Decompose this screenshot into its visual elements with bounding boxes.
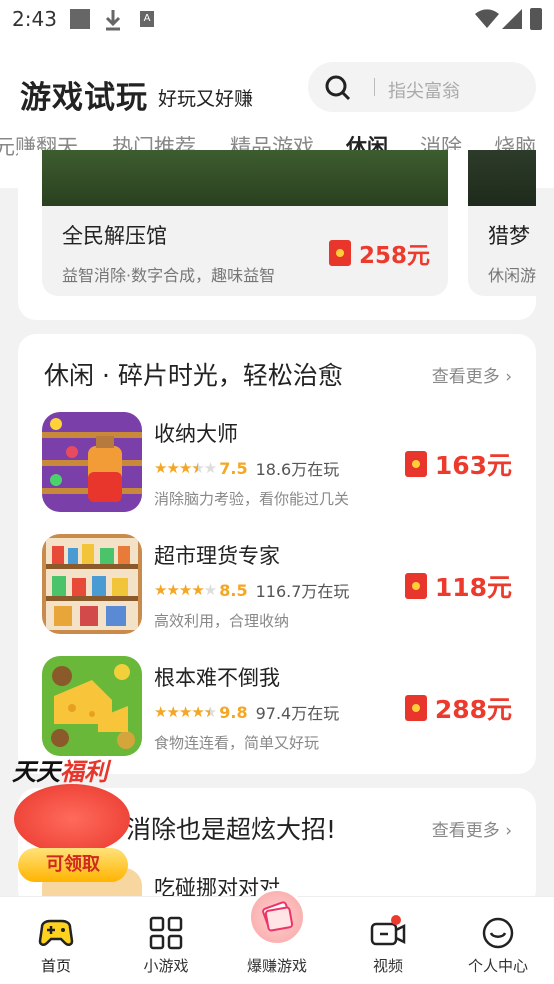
rating-score: 7.5 — [219, 458, 248, 478]
nav-profile[interactable]: 个人中心 — [448, 897, 548, 984]
nav-label: 首页 — [40, 957, 71, 975]
search-divider — [374, 78, 375, 96]
player-count: 97.4万在玩 — [255, 704, 340, 723]
game-price: 118元 — [434, 573, 512, 602]
red-packet-icon — [404, 573, 427, 599]
game-reward: 118元 — [404, 568, 512, 604]
game-rating: ★★★★★ 8.5 116.7万在玩 — [154, 578, 349, 602]
page-title: 游戏试玩 — [20, 80, 148, 116]
download-icon — [105, 10, 121, 31]
nav-label: 视频 — [372, 957, 403, 975]
featured-image — [42, 150, 448, 206]
game-item[interactable]: 收纳大师 ★★★★★★ 7.5 18.6万在玩 消除脑力考验，看你能过几关 16… — [42, 412, 512, 512]
game-icon-supermarket — [42, 534, 142, 634]
featured-reward: 258元 — [328, 236, 430, 270]
nav-mini-games[interactable]: 小游戏 — [116, 897, 216, 984]
featured-card[interactable]: 全民解压馆 益智消除·数字合成，趣味益智 258元 — [42, 150, 448, 296]
search-bar[interactable]: 指尖富翁 — [308, 62, 536, 112]
red-packet-icon — [404, 451, 427, 477]
page-subtitle: 好玩又好赚 — [158, 88, 254, 110]
nav-label: 个人中心 — [467, 957, 528, 975]
search-placeholder: 指尖富翁 — [388, 81, 460, 102]
gamepad-icon — [38, 919, 74, 946]
rating-score: 9.8 — [219, 702, 248, 722]
view-more-link[interactable]: 查看更多 › — [432, 816, 512, 841]
featured-carousel: 全民解压馆 益智消除·数字合成，趣味益智 258元 猎梦 休闲游 — [18, 150, 536, 320]
game-icon-cheese — [42, 656, 142, 756]
game-desc: 高效利用，合理收纳 — [154, 612, 290, 630]
featured-desc: 休闲游 — [488, 266, 536, 285]
featured-price: 258元 — [358, 243, 430, 269]
game-price: 163元 — [434, 451, 512, 480]
featured-desc: 益智消除·数字合成，趣味益智 — [62, 266, 276, 285]
player-count: 116.7万在玩 — [255, 582, 350, 601]
game-name: 根本难不倒我 — [154, 666, 280, 690]
player-count: 18.6万在玩 — [255, 460, 340, 479]
game-item[interactable]: 根本难不倒我 ★★★★★★ 9.8 97.4万在玩 食物连连看，简单又好玩 28… — [42, 656, 512, 756]
rating-stars: ★★★★★★ — [154, 459, 217, 477]
status-bar: 2:43 A — [0, 0, 554, 38]
casual-section: 休闲 · 碎片时光，轻松治愈 查看更多 › 收纳大师 ★★★★★★ 7.5 18… — [18, 334, 536, 774]
nav-label: 爆赚游戏 — [246, 957, 307, 975]
game-name: 超市理货专家 — [154, 544, 280, 568]
red-packet-icon — [328, 240, 351, 266]
red-envelope-mascot — [14, 784, 130, 854]
money-icon[interactable] — [248, 888, 306, 946]
rating-stars: ★★★★★★ — [154, 703, 217, 721]
daily-welfare-float[interactable]: 天天福利 可领取 — [8, 752, 136, 886]
claim-button[interactable]: 可领取 — [18, 848, 128, 882]
featured-name: 猎梦 — [488, 224, 530, 248]
smile-icon — [482, 917, 514, 949]
game-icon-storage-master — [42, 412, 142, 512]
game-desc: 消除脑力考验，看你能过几关 — [154, 490, 350, 508]
a-badge-icon: A — [140, 11, 154, 27]
game-desc: 食物连连看，简单又好玩 — [154, 734, 320, 752]
game-price: 288元 — [434, 695, 512, 724]
game-rating: ★★★★★★ 9.8 97.4万在玩 — [154, 700, 339, 724]
section-title: 消除也是超炫大招! — [126, 815, 337, 844]
rating-stars: ★★★★★ — [154, 581, 217, 599]
rating-score: 8.5 — [219, 580, 248, 600]
game-reward: 163元 — [404, 446, 512, 482]
square-icon — [70, 9, 90, 29]
nav-label: 小游戏 — [143, 957, 189, 975]
featured-image — [468, 150, 536, 206]
game-reward: 288元 — [404, 690, 512, 726]
view-more-link[interactable]: 查看更多 › — [432, 362, 512, 387]
search-icon — [325, 75, 351, 101]
grid-icon — [149, 916, 183, 950]
nav-video[interactable]: 视频 — [338, 897, 438, 984]
section-title: 休闲 · 碎片时光，轻松治愈 — [44, 361, 343, 390]
battery-icon — [530, 8, 542, 30]
game-rating: ★★★★★★ 7.5 18.6万在玩 — [154, 456, 339, 480]
status-time: 2:43 — [12, 7, 57, 31]
game-item[interactable]: 超市理货专家 ★★★★★ 8.5 116.7万在玩 高效利用，合理收纳 118元 — [42, 534, 512, 634]
wifi-icon — [475, 9, 499, 28]
welfare-title: 天天福利 — [12, 758, 108, 786]
red-packet-icon — [404, 695, 427, 721]
featured-card[interactable]: 猎梦 休闲游 — [468, 150, 536, 296]
game-name: 收纳大师 — [154, 422, 238, 446]
featured-name: 全民解压馆 — [62, 224, 167, 248]
video-icon — [370, 915, 406, 946]
signal-icon — [502, 9, 522, 29]
nav-home[interactable]: 首页 — [6, 897, 106, 984]
